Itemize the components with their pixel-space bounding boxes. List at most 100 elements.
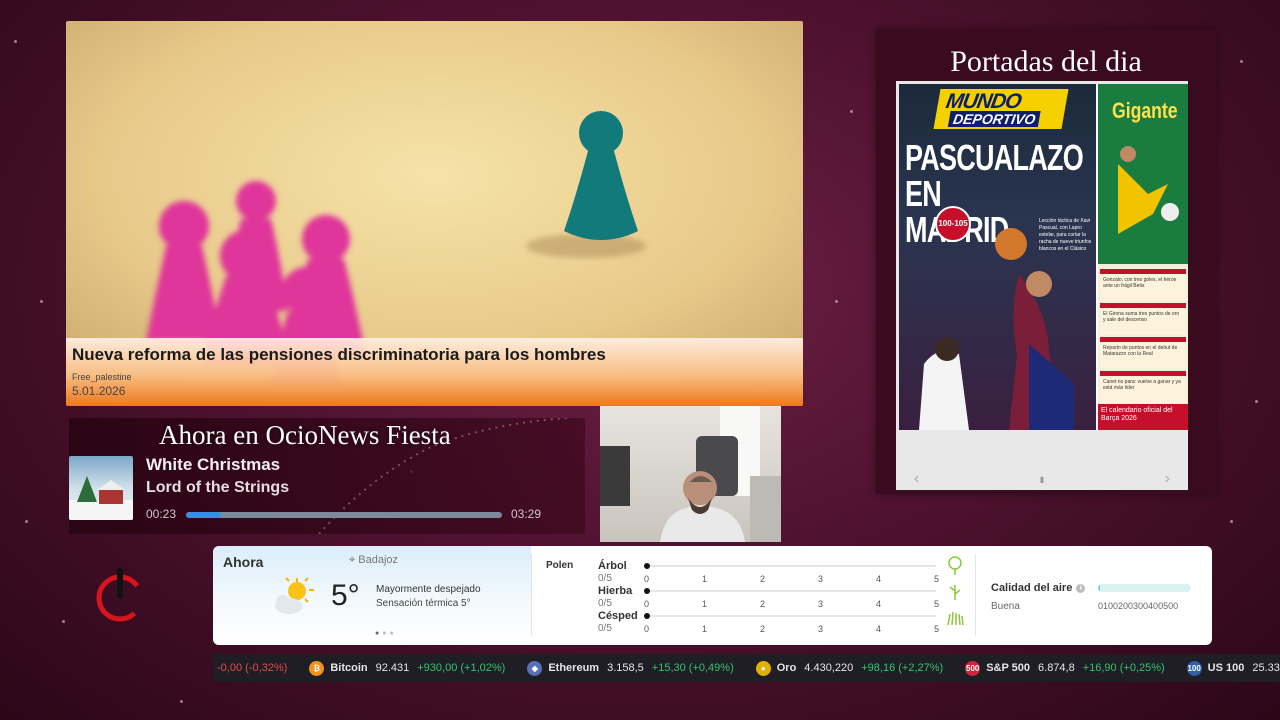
ticker-item: ₿ Bitcoin 92.431 +930,00 (+1,02%) [309, 660, 506, 676]
pollen-scale: 0 1 2 3 4 5 [644, 624, 940, 634]
partly-cloudy-icon [275, 577, 314, 614]
asset-price: 6.874,8 [1038, 662, 1075, 674]
grass-icon [949, 585, 961, 600]
pollen-label: Polen [546, 560, 574, 571]
pollen-value: 0/5 [598, 573, 612, 584]
pollen-scale-tick: 2 [760, 599, 766, 609]
pollen-track [644, 588, 936, 594]
location-label: ⌖ Badajoz [349, 554, 398, 567]
pollen-scale-tick: 0 [644, 624, 650, 634]
pollen-name: Árbol [598, 560, 627, 572]
current-weather: Ahora ⌖ Badajoz 5° Mayormente despejado … [213, 546, 531, 645]
asset-change: +15,30 (+0,49%) [651, 662, 734, 674]
asset-name: Ethereum [548, 662, 600, 674]
pollen-scale-tick: 1 [702, 574, 708, 584]
asset-icon: ◆ [527, 660, 543, 676]
asset-price: 92.431 [375, 662, 410, 674]
now-playing-heading: Ahora en OcioNews Fiesta [159, 420, 451, 450]
location-pin-icon: ⌖ [349, 554, 359, 566]
side-feature-photo [1118, 146, 1179, 234]
divider [531, 554, 532, 636]
asset-icon: 500 [965, 660, 981, 676]
news-card[interactable]: Nueva reforma de las pensiones discrimin… [66, 21, 803, 406]
news-title: Nueva reforma de las pensiones discrimin… [72, 345, 606, 364]
weather-panel: Ahora ⌖ Badajoz 5° Mayormente despejado … [213, 546, 1212, 645]
pollen-name: Hierba [598, 585, 633, 597]
pollen-value: 0/5 [598, 623, 612, 634]
chevron-left-icon[interactable]: ‹ [914, 470, 919, 488]
pollen-scale-tick: 5 [934, 574, 940, 584]
cover-strip: Reparto de puntos en el debut de Mataraz… [1100, 337, 1186, 369]
time-elapsed: 00:23 [146, 507, 177, 521]
air-quality-text: Calidad del aire [991, 582, 1073, 594]
weather-condition: Mayormente despejado [376, 584, 481, 595]
ticker-item: ● Oro 4.430,220 +98,16 (+2,27%) [755, 660, 943, 676]
cover-main-column: MUNDO DEPORTIVO PASCUALAZO EN MADRID 100… [899, 84, 1096, 430]
front-pages-title: Portadas del dia [950, 45, 1142, 78]
playback-progress-fill [186, 512, 221, 518]
pollen-scale-tick: 0 [644, 574, 650, 584]
pollen-scale: 0 1 2 3 4 5 [644, 599, 940, 609]
pollen-scale-tick: 3 [818, 624, 824, 634]
asset-price: 4.430,220 [804, 662, 854, 674]
chevron-right-icon[interactable]: › [1165, 470, 1170, 488]
air-quality-fill [1098, 584, 1100, 592]
pollen-scale-tick: 5 [934, 624, 940, 634]
air-quality-label: Calidad del aire i [991, 582, 1086, 594]
viewer-controls: ‹ ▮ › [896, 468, 1188, 490]
news-date: 5.01.2026 [72, 384, 126, 398]
cover-strip: Canet no para: vuelve a ganar y ya está … [1100, 371, 1186, 403]
front-pages-panel: Portadas del dia MUNDO DEPORTIVO PASCUAL… [876, 29, 1216, 494]
air-quality-status: Buena [991, 601, 1020, 612]
time-total: 03:29 [511, 507, 542, 521]
feels-like: Sensación térmica 5° [376, 598, 471, 609]
pollen-scale-tick: 4 [876, 599, 882, 609]
asset-name: S&P 500 [986, 662, 1031, 674]
pollen-scale-tick: 1 [702, 599, 708, 609]
front-page-viewer[interactable]: MUNDO DEPORTIVO PASCUALAZO EN MADRID 100… [896, 81, 1188, 490]
cover-strip: El Girona suma tres puntos de oro y sale… [1100, 303, 1186, 335]
cover-side-column: Gigante Gonzalo, con tres goles, el héro… [1098, 84, 1188, 430]
asset-change: -0,00 (-0,32%) [217, 662, 288, 674]
newspaper-cover[interactable]: MUNDO DEPORTIVO PASCUALAZO EN MADRID 100… [899, 84, 1188, 430]
power-icon[interactable] [95, 566, 145, 624]
pager-dot-icon[interactable]: ▮ [1040, 475, 1044, 484]
carousel-dots[interactable]: ●●● [375, 630, 397, 637]
pollen-scale-tick: 3 [818, 599, 824, 609]
info-icon[interactable]: i [1076, 584, 1086, 593]
pollen-scale-tick: 1 [702, 624, 708, 634]
news-caption: Nueva reforma de las pensiones discrimin… [66, 338, 803, 406]
divider [975, 554, 976, 636]
cover-strip: Gonzalo, con tres goles, el héroe ante u… [1100, 269, 1186, 301]
playback-progress-bar[interactable] [186, 512, 502, 518]
now-label: Ahora [223, 554, 264, 570]
air-quality-bar [1098, 584, 1191, 592]
tree-icon [948, 556, 962, 575]
ticker-item: 500 S&P 500 6.874,8 +16,90 (+0,25%) [965, 660, 1165, 676]
asset-price: 25.335,0 [1252, 662, 1280, 674]
asset-icon: 100 [1186, 660, 1202, 676]
news-source: Free_palestine [72, 372, 132, 382]
now-playing-widget: Ahora en OcioNews Fiesta White Christmas… [69, 418, 585, 534]
asset-price: 3.158,5 [607, 662, 644, 674]
asset-icon: ₿ [309, 660, 325, 676]
cover-side-feature: Gigante [1098, 84, 1188, 264]
song-artist: Lord of the Strings [146, 479, 290, 496]
market-ticker: -0,00 (-0,32%) ₿ Bitcoin 92.431 +930,00 (+1,… [213, 654, 1280, 682]
pollen-scale-tick: 4 [876, 624, 882, 634]
webcam-feed [600, 406, 781, 542]
cover-photo-players [919, 228, 1074, 430]
pollen-row-grass: Hierba 0/5 0 1 2 3 4 5 [598, 585, 961, 609]
ticker-item: -0,00 (-0,32%) [217, 662, 287, 674]
song-title: White Christmas [146, 455, 281, 474]
pollen-name: Césped [598, 610, 638, 622]
pollen-track [644, 563, 936, 569]
location-name: Badajoz [358, 554, 399, 566]
pollen-level-dot [644, 563, 650, 569]
asset-change: +930,00 (+1,02%) [417, 662, 506, 674]
asset-icon: ● [755, 660, 771, 676]
asset-name: US 100 [1207, 662, 1245, 674]
pollen-scale-tick: 0 [644, 599, 650, 609]
pollen-row-lawn: Césped 0/5 0 1 2 3 4 5 [598, 610, 964, 634]
pollen-scale-tick: 2 [760, 624, 766, 634]
